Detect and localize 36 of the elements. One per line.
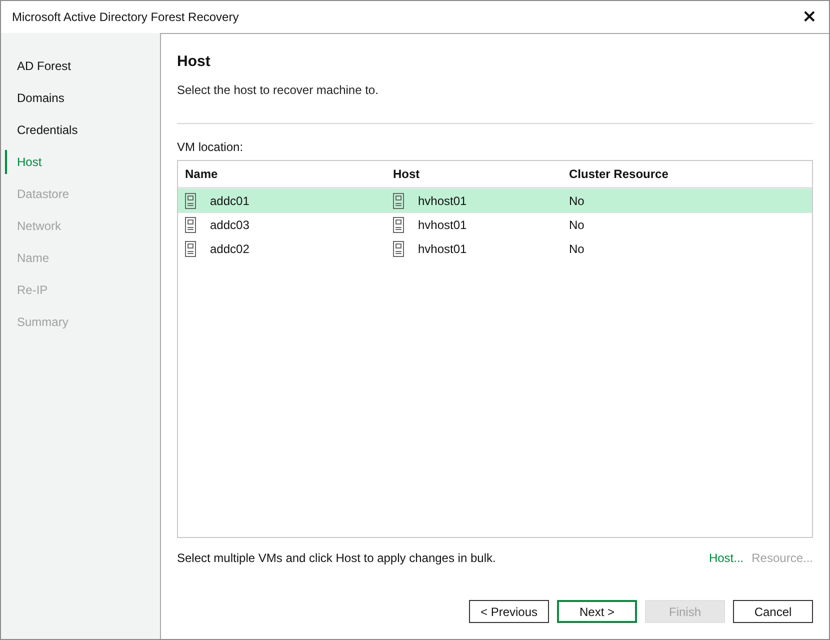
wizard-button[interactable]: Cancel: [733, 600, 813, 623]
active-step-indicator: [5, 150, 7, 174]
table-row[interactable]: addc03 hvhost01 No: [178, 213, 812, 237]
table-cell: No: [569, 242, 584, 256]
server-icon: [185, 193, 196, 209]
table-cell: No: [569, 218, 584, 232]
hint-text: Select multiple VMs and click Host to apply changes in bulk.: [177, 551, 496, 565]
table-cell: hvhost01: [418, 242, 467, 256]
close-button[interactable]: ×: [798, 8, 821, 26]
table-cell: addc01: [210, 194, 250, 208]
sidebar-item[interactable]: AD Forest: [1, 50, 160, 82]
sidebar-item[interactable]: Credentials: [1, 114, 160, 146]
sidebar-item[interactable]: Domains: [1, 82, 160, 114]
server-icon: [185, 217, 196, 233]
table-cell: addc02: [210, 242, 250, 256]
table-label: VM location:: [177, 140, 244, 154]
column-header[interactable]: Host: [393, 167, 569, 181]
window-title: Microsoft Active Directory Forest Recovery: [12, 10, 239, 24]
column-header[interactable]: Cluster Resource: [569, 167, 812, 181]
server-icon: [393, 241, 404, 257]
wizard-button[interactable]: Next >: [557, 600, 637, 623]
table-cell: hvhost01: [418, 218, 467, 232]
server-icon: [185, 241, 196, 257]
table-cell: addc03: [210, 218, 250, 232]
server-icon: [393, 193, 404, 209]
table-row[interactable]: addc01 hvhost01 No: [178, 189, 812, 213]
table-row[interactable]: addc02 hvhost01 No: [178, 237, 812, 261]
page-subtitle: Select the host to recover machine to.: [177, 82, 380, 98]
table-cell: No: [569, 194, 584, 208]
page-title: Host: [177, 52, 212, 72]
action-link[interactable]: Host...: [708, 551, 744, 565]
server-icon: [393, 217, 404, 233]
table-cell: hvhost01: [418, 194, 467, 208]
sidebar-item[interactable]: Host: [1, 146, 160, 178]
wizard-button[interactable]: < Previous: [469, 600, 549, 623]
column-header[interactable]: Name: [185, 167, 393, 181]
